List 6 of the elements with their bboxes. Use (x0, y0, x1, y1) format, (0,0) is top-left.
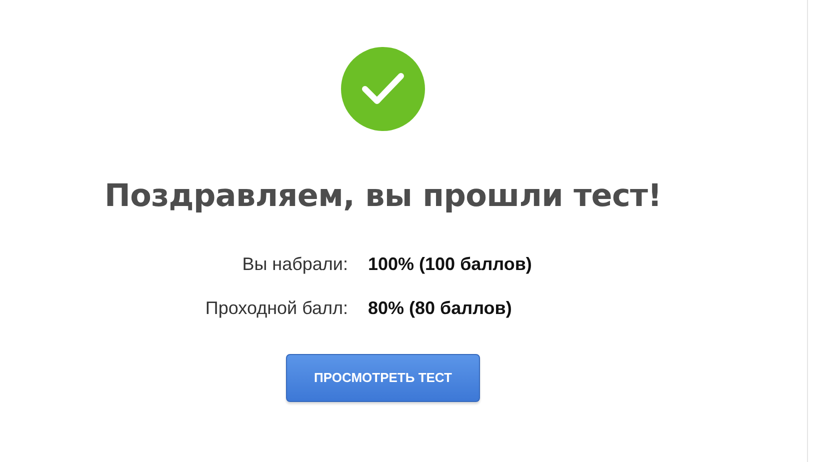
score-label: Вы набрали: (241, 252, 348, 274)
view-test-button[interactable]: ПРОСМОТРЕТЬ ТЕСТ (286, 354, 480, 402)
score-label: Проходной балл: (204, 296, 348, 318)
result-title: Поздравляем, вы прошли тест! (104, 177, 662, 216)
score-value: 100% (100 баллов) (368, 252, 533, 274)
score-value: 80% (80 баллов) (368, 296, 513, 318)
